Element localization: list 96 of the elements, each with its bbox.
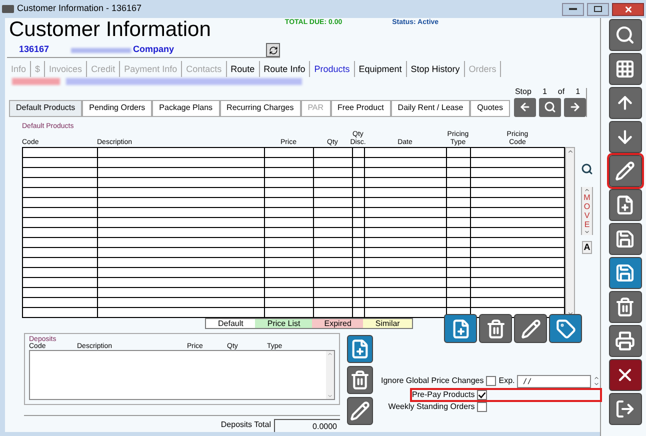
spinner-icon[interactable] (592, 375, 600, 388)
scroll-down-icon (327, 392, 333, 399)
exit-button[interactable] (608, 393, 642, 425)
tab[interactable]: Package Plans (152, 100, 220, 117)
move-down-button[interactable] (608, 121, 642, 153)
refresh-button[interactable] (266, 43, 280, 58)
legend-item: Expired (312, 318, 364, 328)
grid-icon (615, 59, 635, 79)
tab[interactable]: Daily Rent / Lease (390, 100, 470, 117)
exit-icon (615, 399, 635, 419)
pencil-icon (350, 400, 370, 421)
find-stop-button[interactable] (538, 98, 561, 117)
zoom-button[interactable] (581, 162, 593, 175)
refresh-icon (268, 46, 278, 55)
add-button[interactable] (347, 334, 373, 363)
stop-total: 1 (576, 88, 580, 96)
tab[interactable]: Quotes (470, 100, 510, 117)
file-plus-icon (350, 338, 370, 359)
delete-button[interactable] (347, 366, 373, 394)
redacted-bar (12, 78, 60, 85)
search-icon (544, 101, 556, 114)
move-up-button[interactable] (608, 87, 642, 119)
move-up-icon (583, 186, 591, 193)
account-number: 136167 (19, 43, 50, 56)
stop-label: Stop (514, 88, 532, 96)
tab[interactable]: Stop History (406, 61, 465, 78)
arrow-right-icon (568, 101, 581, 114)
app-icon (2, 5, 14, 13)
edit-button[interactable] (608, 155, 642, 187)
page-title: Customer Information (9, 19, 211, 40)
tab[interactable]: Recurring Charges (220, 100, 301, 117)
expiry-field[interactable]: / / (516, 374, 591, 388)
legend-item: Price List (255, 318, 312, 328)
pencil-icon (615, 161, 635, 181)
zoom-icon (581, 162, 593, 175)
tab[interactable]: Free Product (330, 100, 391, 117)
option-label: Weekly Standing Orders (388, 402, 475, 411)
close-icon (624, 4, 632, 14)
cancel-button[interactable] (608, 359, 642, 391)
delete-button[interactable] (608, 291, 642, 323)
move-label: MOVE (583, 192, 591, 229)
minimize-button[interactable] (562, 2, 584, 16)
stop-current: 1 (542, 88, 547, 96)
deposits-total-field: 0.0000 (274, 418, 340, 432)
pencil-icon (520, 318, 540, 338)
tab[interactable]: Products (310, 61, 355, 78)
search-button[interactable] (608, 19, 642, 51)
checkbox[interactable] (486, 376, 496, 386)
check-icon (478, 390, 486, 399)
close-button[interactable] (612, 2, 644, 16)
legend-item: Default (206, 318, 256, 328)
previous-stop-button[interactable] (514, 98, 536, 117)
grid-button[interactable] (608, 53, 642, 85)
tab[interactable]: Equipment (354, 61, 407, 78)
printer-icon (615, 331, 635, 351)
option-label: Pre-Pay Products (412, 390, 475, 399)
edit-button[interactable] (514, 314, 547, 343)
print-button[interactable] (608, 325, 642, 357)
window-title: Customer Information - 136167 (17, 2, 142, 16)
search-icon (615, 25, 635, 45)
save-new-button[interactable] (608, 223, 642, 255)
maximize-button[interactable] (587, 2, 609, 16)
checkbox[interactable] (476, 402, 487, 412)
arrow-left-icon (518, 101, 531, 114)
legend-item: Similar (363, 318, 412, 328)
tab[interactable]: Pending Orders (82, 100, 152, 117)
next-stop-button[interactable] (564, 98, 586, 117)
add-button[interactable] (444, 314, 477, 343)
scroll-up-icon (566, 148, 574, 155)
option-label: Ignore Global Price Changes (381, 377, 484, 386)
price-tag-icon (556, 318, 576, 338)
price-button[interactable] (549, 314, 582, 343)
trash-icon (350, 370, 370, 390)
sort-button[interactable]: A (582, 240, 592, 254)
save-icon (615, 263, 635, 283)
save-button[interactable] (608, 257, 642, 289)
scroll-up-icon (327, 350, 333, 357)
deposits-total-label: Deposits Total (220, 419, 271, 432)
save-icon (615, 229, 635, 249)
delete-button[interactable] (479, 314, 512, 343)
trash-icon (486, 318, 506, 338)
file-plus-icon (450, 318, 470, 338)
tab[interactable]: Route (226, 61, 260, 78)
expiry-label: Exp. (498, 377, 515, 386)
checkbox[interactable] (476, 390, 487, 400)
scroll-down-icon (566, 310, 574, 317)
edit-button[interactable] (347, 396, 373, 425)
tab[interactable]: Default Products (9, 100, 82, 117)
redacted-bar (71, 48, 132, 53)
file-plus-icon (615, 195, 635, 215)
trash-icon (615, 297, 635, 317)
company-name: Company (133, 43, 174, 56)
move-down-icon (583, 228, 591, 235)
stop-of: of (558, 88, 565, 96)
new-button[interactable] (608, 189, 642, 221)
tab[interactable]: Route Info (260, 61, 310, 78)
